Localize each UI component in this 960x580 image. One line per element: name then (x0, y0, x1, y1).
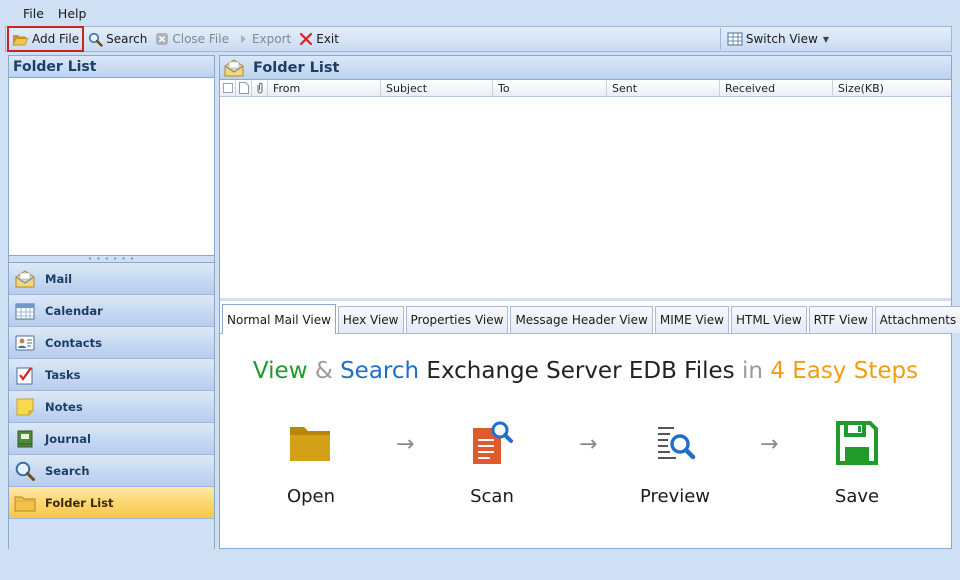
search-label: Search (106, 32, 148, 46)
menu-bar: File Help (0, 0, 960, 26)
right-pane-title-text: Folder List (253, 59, 340, 76)
mail-icon (14, 268, 36, 290)
document-icon (236, 80, 252, 96)
exit-button[interactable]: Exit (295, 27, 343, 51)
nav-label-contacts: Contacts (45, 335, 102, 350)
tab-properties-view[interactable]: Properties View (405, 306, 509, 333)
tab-attachments[interactable]: Attachments (874, 306, 960, 333)
step-scan: Scan (437, 416, 547, 507)
export-label: Export (251, 32, 292, 46)
chevron-down-icon: ▼ (822, 34, 829, 44)
export-button[interactable]: Export (233, 27, 295, 51)
banner-word-in: in (741, 358, 763, 384)
switch-view-label: Switch View (745, 32, 818, 46)
nav-label-search: Search (45, 463, 90, 478)
exit-x-icon (300, 32, 313, 46)
nav-item-search[interactable]: Search (9, 455, 214, 487)
nav-label-journal: Journal (45, 431, 91, 446)
notes-icon (14, 396, 36, 418)
nav-item-folder-list[interactable]: Folder List (9, 487, 214, 519)
nav-item-calendar[interactable]: Calendar (9, 295, 214, 327)
nav-item-mail[interactable]: Mail (9, 263, 214, 295)
nav-label-mail: Mail (45, 271, 73, 286)
play-arrow-icon (240, 35, 246, 43)
column-from[interactable]: From (268, 80, 381, 96)
preview-document-icon (620, 416, 730, 470)
banner-title: View & Search Exchange Server EDB Files … (220, 358, 951, 384)
attachment-icon (252, 80, 268, 96)
right-pane-title: Folder List (220, 56, 951, 80)
envelope-icon (224, 58, 244, 76)
column-sent[interactable]: Sent (607, 80, 720, 96)
nav-item-tasks[interactable]: Tasks (9, 359, 214, 391)
mail-list[interactable] (220, 97, 951, 301)
step-preview: Preview (620, 416, 730, 507)
step-save: Save (802, 416, 912, 507)
nav-item-notes[interactable]: Notes (9, 391, 214, 423)
switch-view-button[interactable]: Switch View ▼ (723, 27, 833, 51)
close-file-label: Close File (172, 32, 229, 46)
nav-label-calendar: Calendar (45, 303, 103, 318)
open-folder-icon (256, 416, 366, 470)
step-label-preview: Preview (639, 486, 711, 507)
column-size[interactable]: Size(KB) (833, 80, 951, 96)
nav-label-notes: Notes (45, 399, 83, 414)
arrow-icon: → (760, 432, 779, 457)
scan-document-icon (437, 416, 547, 470)
arrow-icon: → (396, 432, 415, 457)
folder-icon (14, 492, 36, 514)
nav-label-folder-list: Folder List (45, 495, 114, 510)
select-all-checkbox[interactable] (220, 80, 236, 96)
open-folder-icon (12, 35, 29, 46)
contacts-icon (14, 332, 36, 354)
step-label-save: Save (834, 486, 880, 507)
add-file-button[interactable]: Add File (7, 26, 85, 52)
tab-html-view[interactable]: HTML View (730, 306, 807, 333)
tab-hex-view[interactable]: Hex View (337, 306, 404, 333)
folder-tree[interactable] (9, 78, 214, 256)
column-subject[interactable]: Subject (381, 80, 493, 96)
step-open: Open (256, 416, 366, 507)
banner-word-view: View (252, 358, 308, 384)
magnifier-icon (14, 460, 36, 482)
view-tabs: Normal Mail View Hex View Properties Vie… (220, 301, 960, 334)
grid-view-icon (727, 32, 743, 46)
add-file-label: Add File (32, 32, 80, 46)
left-pane-title: Folder List (9, 56, 214, 78)
search-icon (89, 32, 103, 47)
steps-banner: View & Search Exchange Server EDB Files … (220, 334, 951, 543)
left-pane: Folder List • • • • • • Mail Calendar Co… (8, 55, 215, 553)
tasks-icon (14, 364, 36, 386)
step-label-open: Open (286, 486, 336, 507)
nav-item-contacts[interactable]: Contacts (9, 327, 214, 359)
step-label-scan: Scan (470, 486, 514, 507)
calendar-icon (14, 300, 36, 322)
arrow-icon: → (579, 432, 598, 457)
pane-splitter[interactable]: • • • • • • (9, 255, 214, 263)
right-pane: Folder List From Subject To Sent Receive… (219, 55, 960, 549)
column-received[interactable]: Received (720, 80, 833, 96)
banner-word-product: Exchange Server EDB Files (426, 358, 735, 384)
nav-item-journal[interactable]: Journal (9, 423, 214, 455)
tab-rtf-view[interactable]: RTF View (808, 306, 873, 333)
banner-word-search: Search (340, 358, 420, 384)
banner-word-and: & (314, 358, 333, 384)
toolbar: Add File Search Close File Export Exit S… (5, 26, 952, 52)
tab-message-header-view[interactable]: Message Header View (510, 306, 653, 333)
tab-normal-mail-view[interactable]: Normal Mail View (222, 304, 336, 334)
column-to[interactable]: To (493, 80, 607, 96)
journal-icon (14, 428, 36, 450)
close-circle-icon (156, 33, 169, 45)
save-floppy-icon (802, 416, 912, 470)
mail-list-header: From Subject To Sent Received Size(KB) (220, 80, 951, 97)
menu-file[interactable]: File (23, 6, 44, 21)
close-file-button[interactable]: Close File (151, 27, 233, 51)
tab-mime-view[interactable]: MIME View (654, 306, 729, 333)
banner-word-steps: 4 Easy Steps (770, 358, 919, 384)
exit-label: Exit (316, 32, 339, 46)
nav-label-tasks: Tasks (45, 367, 81, 382)
search-button[interactable]: Search (84, 27, 151, 51)
menu-help[interactable]: Help (58, 6, 87, 21)
